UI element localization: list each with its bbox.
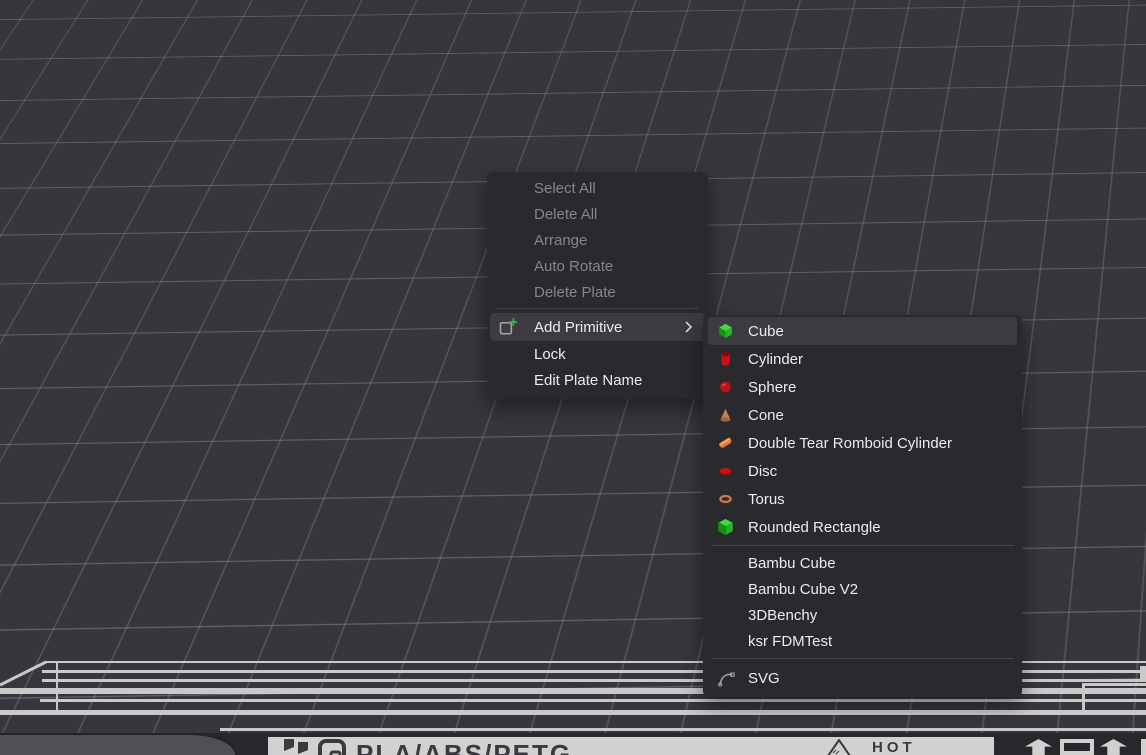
submenu-item-label: Torus [748, 491, 785, 508]
plate-hot-label: HOT [872, 739, 916, 755]
submenu-item-label: Disc [748, 463, 777, 480]
submenu-item-label: Cylinder [748, 351, 803, 368]
square-mark-icon [1060, 739, 1094, 755]
cone-icon [717, 407, 734, 424]
menu-item-label: Add Primitive [534, 319, 622, 336]
disc-icon [717, 463, 734, 480]
submenu-item-label: ksr FDMTest [748, 633, 832, 650]
menu-item-label: Auto Rotate [534, 258, 613, 275]
submenu-item-label: Sphere [748, 379, 796, 396]
menu-item-delete-plate: Delete Plate [490, 279, 705, 305]
menu-item-label: Delete All [534, 206, 597, 223]
menu-item-arrange: Arrange [490, 227, 705, 253]
menu-item-label: Arrange [534, 232, 587, 249]
submenu-item-cylinder[interactable]: Cylinder [708, 345, 1017, 373]
menu-item-label: Select All [534, 180, 596, 197]
plate-type-icon [318, 739, 346, 755]
submenu-item-label: Double Tear Romboid Cylinder [748, 435, 952, 452]
menu-item-add-primitive[interactable]: Add Primitive [490, 313, 705, 341]
plate-edge-tab [1140, 666, 1146, 681]
submenu-item-label: Cone [748, 407, 784, 424]
plate-surface-label: PLA/ABS/PETG [356, 739, 572, 755]
submenu-item-disc[interactable]: Disc [708, 457, 1017, 485]
submenu-item-label: Rounded Rectangle [748, 519, 881, 536]
plate-edge-line [40, 699, 1146, 702]
submenu-item-bambu-cube[interactable]: Bambu Cube [708, 550, 1017, 576]
cube-icon [717, 323, 734, 340]
menu-item-label: Lock [534, 346, 566, 363]
warning-triangle-icon [826, 738, 852, 755]
submenu-item-sphere[interactable]: Sphere [708, 373, 1017, 401]
add-primitive-submenu: Cube Cylinder Sphere [703, 315, 1022, 697]
submenu-item-cone[interactable]: Cone [708, 401, 1017, 429]
menu-item-lock[interactable]: Lock [490, 341, 705, 367]
plate-label-bar: PLA/ABS/PETG HOT [268, 737, 994, 755]
submenu-item-label: Bambu Cube [748, 555, 836, 572]
sphere-icon [717, 379, 734, 396]
submenu-separator [711, 545, 1014, 546]
menu-separator [497, 308, 698, 309]
submenu-item-label: Cube [748, 323, 784, 340]
plate-corner-cutout [0, 733, 237, 755]
context-menu: Select All Delete All Arrange Auto Rotat… [487, 172, 708, 399]
torus-icon [717, 491, 734, 508]
plate-edge-tab [1141, 739, 1146, 755]
submenu-item-label: 3DBenchy [748, 607, 817, 624]
bezier-curve-icon [717, 670, 734, 687]
menu-item-delete-all: Delete All [490, 201, 705, 227]
submenu-item-svg[interactable]: SVG [708, 663, 1017, 693]
submenu-item-cube[interactable]: Cube [708, 317, 1017, 345]
submenu-item-3dbenchy[interactable]: 3DBenchy [708, 602, 1017, 628]
add-primitive-icon [498, 317, 518, 337]
plate-edge-line [220, 728, 1146, 731]
cylinder-icon [717, 351, 734, 368]
submenu-item-rounded-rectangle[interactable]: Rounded Rectangle [708, 513, 1017, 541]
menu-item-auto-rotate: Auto Rotate [490, 253, 705, 279]
3d-viewport[interactable]: PLA/ABS/PETG HOT Select All Delete All A… [0, 0, 1146, 755]
romboid-cylinder-icon [717, 435, 734, 452]
submenu-item-torus[interactable]: Torus [708, 485, 1017, 513]
plate-edge-connector [1082, 683, 1085, 712]
menu-item-label: Delete Plate [534, 284, 616, 301]
menu-item-edit-plate-name[interactable]: Edit Plate Name [490, 367, 705, 393]
submenu-item-label: Bambu Cube V2 [748, 581, 858, 598]
plate-edge-connector [56, 661, 58, 711]
submenu-item-label: SVG [748, 670, 780, 687]
bambu-logo-icon [282, 739, 310, 755]
menu-item-label: Edit Plate Name [534, 372, 642, 389]
submenu-item-ksr-fdmtest[interactable]: ksr FDMTest [708, 628, 1017, 654]
submenu-item-double-tear-romboid-cylinder[interactable]: Double Tear Romboid Cylinder [708, 429, 1017, 457]
menu-item-select-all: Select All [490, 175, 705, 201]
submenu-item-bambu-cube-v2[interactable]: Bambu Cube V2 [708, 576, 1017, 602]
plate-edge-line [0, 710, 1146, 715]
rounded-rectangle-icon [717, 519, 734, 536]
chevron-right-icon [681, 320, 695, 334]
submenu-separator [711, 658, 1014, 659]
plate-edge-line [1082, 683, 1146, 686]
